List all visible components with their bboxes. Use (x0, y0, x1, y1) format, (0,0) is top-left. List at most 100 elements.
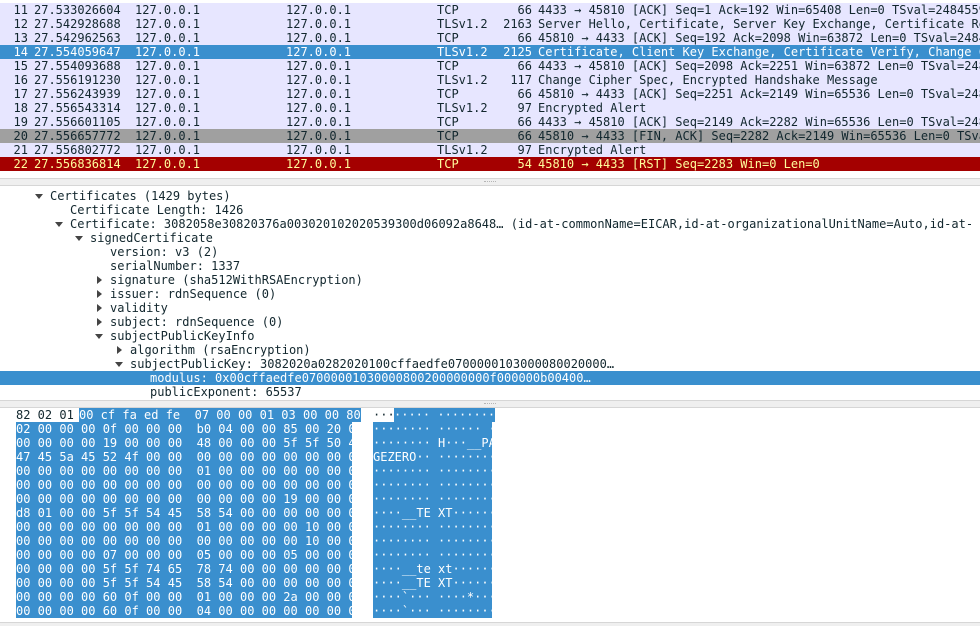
tree-node-1[interactable]: Certificate Length: 1426 (0, 203, 980, 217)
packet-list[interactable]: 11 27.533026604 127.0.0.1 127.0.0.1 TCP 66 443… (0, 0, 980, 178)
tree-node-2[interactable]: Certificate: 3082058e30820376a0030201020… (0, 217, 980, 231)
hex-bytes: 00 00 00 00 07 00 00 00 05 00 00 00 05 0… (16, 548, 363, 562)
packet-info: 4433 → 45810 [ACK] Seq=1 Ack=192 Win=654… (538, 3, 980, 17)
packet-number: 13 (13, 31, 28, 45)
packet-time: 27.542928688 (34, 17, 121, 31)
packet-row-13[interactable]: 13 27.542962563 127.0.0.1 127.0.0.1 TCP 66 458… (0, 31, 980, 45)
expand-arrow-right-icon[interactable] (93, 273, 105, 287)
packet-length: 2163 (503, 17, 532, 31)
packet-row-11[interactable]: 11 27.533026604 127.0.0.1 127.0.0.1 TCP 66 443… (0, 3, 980, 17)
expand-arrow-right-icon[interactable] (93, 301, 105, 315)
ascii-bytes-unselected: ··· (373, 408, 395, 422)
hex-row: 002 00 00 00 0f 00 00 00 b0 04 00 00 85 … (0, 422, 980, 436)
packet-row-22[interactable]: 22 27.556836814 127.0.0.1 127.0.0.1 TCP 54 458… (0, 157, 980, 171)
packet-details-tree[interactable]: Certificates (1429 bytes) Certificate Len… (0, 186, 980, 402)
packet-row-14[interactable]: 14 27.554059647 127.0.0.1 127.0.0.1 TLSv1.2 2… (0, 45, 980, 59)
packet-info: 4433 → 45810 [ACK] Seq=2098 Ack=2251 Win… (538, 59, 980, 73)
packet-protocol: TCP (437, 115, 459, 129)
packet-time: 27.556191230 (34, 73, 121, 87)
packet-info: Encrypted Alert (538, 143, 647, 157)
packet-protocol: TLSv1.2 (437, 101, 488, 115)
tree-node-8[interactable]: validity (0, 301, 980, 315)
packet-row-18[interactable]: 18 27.556543314 127.0.0.1 127.0.0.1 TLSv1.2 9… (0, 101, 980, 115)
packet-time: 27.556802772 (34, 143, 121, 157)
packet-row-20[interactable]: 20 27.556657772 127.0.0.1 127.0.0.1 TCP 66 458… (0, 129, 980, 143)
packet-info: Server Hello, Certificate, Server Key Ex… (538, 17, 980, 31)
packet-length: 66 (517, 3, 532, 17)
tree-node-0[interactable]: Certificates (1429 bytes) (0, 189, 980, 203)
expand-arrow-down-icon[interactable] (33, 189, 45, 203)
pane-splitter-top[interactable] (0, 178, 980, 186)
packet-number: 14 (13, 45, 28, 59)
ascii-bytes-selected: ····· ········ (394, 408, 496, 422)
packet-info: 4433 → 45810 [ACK] Seq=2149 Ack=2282 Win… (538, 115, 980, 129)
tree-node-label: subjectPublicKey: 3082020a0282020100cffa… (130, 357, 615, 371)
packet-row-15[interactable]: 15 27.554093688 127.0.0.1 127.0.0.1 TCP 66 443… (0, 59, 980, 73)
hex-row: 047 45 5a 45 52 4f 00 00 00 00 00 00 00 … (0, 450, 980, 464)
packet-row-16[interactable]: 16 27.556191230 127.0.0.1 127.0.0.1 TLSv1.2 1… (0, 73, 980, 87)
hex-row: 000 00 00 00 19 00 00 00 48 00 00 00 5f … (0, 436, 980, 450)
packet-row-17[interactable]: 17 27.556243939 127.0.0.1 127.0.0.1 TCP 66 458… (0, 87, 980, 101)
hex-bytes: 00 00 00 00 19 00 00 00 48 00 00 00 5f 5… (16, 436, 363, 450)
ascii-bytes: ········ ······ · (373, 422, 496, 436)
expand-arrow-down-icon[interactable] (93, 329, 105, 343)
packet-row-19[interactable]: 19 27.556601105 127.0.0.1 127.0.0.1 TCP 66 443… (0, 115, 980, 129)
packet-destination: 127.0.0.1 (286, 3, 352, 17)
packet-row-12[interactable]: 12 27.542928688 127.0.0.1 127.0.0.1 TLSv1.2 2… (0, 17, 980, 31)
tree-node-13[interactable]: modulus: 0x00cffaedfe0700000103000080020… (0, 371, 980, 385)
tree-node-label: Certificate: 3082058e30820376a0030201020… (70, 217, 974, 231)
hex-bytes: 47 45 5a 45 52 4f 00 00 00 00 00 00 00 0… (16, 450, 363, 464)
packet-row-21[interactable]: 21 27.556802772 127.0.0.1 127.0.0.1 TLSv1.2 9… (0, 143, 980, 157)
tree-node-14[interactable]: publicExponent: 65537 (0, 385, 980, 399)
expand-arrow-right-icon[interactable] (93, 315, 105, 329)
expand-arrow-down-icon[interactable] (53, 217, 65, 231)
ascii-bytes: ········ ········ (373, 478, 496, 492)
tree-node-12[interactable]: subjectPublicKey: 3082020a0282020100cffa… (0, 357, 980, 371)
packet-number: 15 (13, 59, 28, 73)
hex-bytes: 00 00 00 00 5f 5f 74 65 78 74 00 00 00 0… (16, 562, 363, 576)
packet-time: 27.556836814 (34, 157, 121, 171)
packet-length: 66 (517, 129, 532, 143)
expand-arrow-down-icon[interactable] (113, 357, 125, 371)
expand-arrow-down-icon[interactable] (73, 231, 85, 245)
tree-node-7[interactable]: issuer: rdnSequence (0) (0, 287, 980, 301)
tree-node-6[interactable]: signature (sha512WithRSAEncryption) (0, 273, 980, 287)
packet-length: 66 (517, 115, 532, 129)
packet-length: 66 (517, 87, 532, 101)
packet-length: 2125 (503, 45, 532, 59)
hex-row: 082 02 0100 cf fa ed fe 07 00 00 01 03 0… (0, 408, 980, 422)
tree-node-5[interactable]: serialNumber: 1337 (0, 259, 980, 273)
ascii-bytes: ····__TE XT······ (373, 506, 496, 520)
pane-splitter-bottom[interactable] (0, 400, 980, 408)
hex-bytes: 00 00 00 00 00 00 00 00 00 00 00 00 00 1… (16, 534, 363, 548)
hex-bytes: 00 00 00 00 00 00 00 00 01 00 00 00 00 0… (16, 464, 363, 478)
ascii-bytes: ····`··· ········ (373, 604, 496, 618)
expand-arrow-right-icon[interactable] (93, 287, 105, 301)
hex-bytes-selected: 00 cf fa ed fe 07 00 00 01 03 00 00 80 (79, 408, 361, 422)
ascii-bytes: ········ ········ (373, 464, 496, 478)
packet-protocol: TCP (437, 87, 459, 101)
packet-source: 127.0.0.1 (135, 73, 201, 87)
packet-number: 12 (13, 17, 28, 31)
hex-row: 000 00 00 00 60 0f 00 00 04 00 00 00 00 … (0, 604, 980, 618)
tree-node-4[interactable]: version: v3 (2) (0, 245, 980, 259)
packet-destination: 127.0.0.1 (286, 129, 352, 143)
packet-destination: 127.0.0.1 (286, 59, 352, 73)
tree-node-label: signature (sha512WithRSAEncryption) (110, 273, 363, 287)
packet-number: 19 (13, 115, 28, 129)
packet-time: 27.554093688 (34, 59, 121, 73)
packet-time: 27.533026604 (34, 3, 121, 17)
packet-bytes-pane[interactable]: 082 02 0100 cf fa ed fe 07 00 00 01 03 0… (0, 408, 980, 626)
tree-node-3[interactable]: signedCertificate (0, 231, 980, 245)
packet-number: 21 (13, 143, 28, 157)
expand-arrow-right-icon[interactable] (113, 343, 125, 357)
packet-source: 127.0.0.1 (135, 31, 201, 45)
tree-node-10[interactable]: subjectPublicKeyInfo (0, 329, 980, 343)
packet-time: 27.556243939 (34, 87, 121, 101)
hex-bytes: 02 00 00 00 0f 00 00 00 b0 04 00 00 85 0… (16, 422, 363, 436)
packet-destination: 127.0.0.1 (286, 31, 352, 45)
tree-node-11[interactable]: algorithm (rsaEncryption) (0, 343, 980, 357)
tree-node-9[interactable]: subject: rdnSequence (0) (0, 315, 980, 329)
packet-length: 66 (517, 31, 532, 45)
packet-source: 127.0.0.1 (135, 17, 201, 31)
